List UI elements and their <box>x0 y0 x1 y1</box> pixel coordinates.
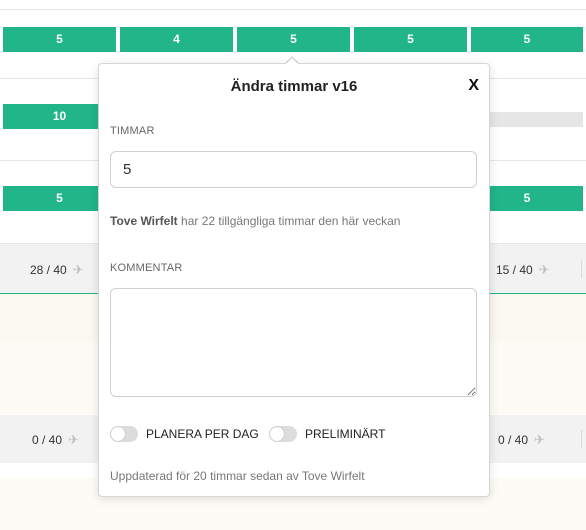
plan-per-day-toggle-group: PLANERA PER DAG <box>110 426 259 442</box>
plane-icon[interactable]: ✈ <box>68 432 79 448</box>
capacity-summary: 15 / 40 ✈ <box>496 262 550 278</box>
hours-cell[interactable]: 5 <box>354 27 467 52</box>
hours-label: TIMMAR <box>110 125 155 137</box>
column-separator <box>581 260 582 278</box>
preliminary-toggle[interactable] <box>269 426 297 442</box>
availability-detail: har 22 tillgängliga timmar den här vecka… <box>177 214 401 228</box>
capacity-summary: 28 / 40 ✈ <box>30 262 84 278</box>
comment-label: KOMMENTAR <box>110 262 183 274</box>
availability-name: Tove Wirfelt <box>110 214 178 228</box>
close-button[interactable]: X <box>468 77 479 95</box>
plane-icon[interactable]: ✈ <box>539 262 550 278</box>
capacity-summary: 0 / 40 ✈ <box>498 432 545 448</box>
hours-cell[interactable]: 5 <box>237 27 350 52</box>
capacity-value: 15 / 40 <box>496 263 533 277</box>
capacity-value: 0 / 40 <box>498 433 529 447</box>
column-separator <box>581 430 582 448</box>
hours-cell[interactable]: 4 <box>120 27 233 52</box>
comment-textarea[interactable] <box>110 288 477 397</box>
hours-input[interactable] <box>110 151 477 188</box>
divider <box>0 9 586 10</box>
plane-icon[interactable]: ✈ <box>534 432 545 448</box>
empty-bar <box>489 112 583 127</box>
plane-icon[interactable]: ✈ <box>73 262 84 278</box>
capacity-value: 0 / 40 <box>32 433 63 447</box>
plan-per-day-toggle[interactable] <box>110 426 138 442</box>
popover-title: Ändra timmar v16 <box>230 78 358 95</box>
hours-cell[interactable]: 5 <box>3 27 116 52</box>
availability-text: Tove Wirfelt har 22 tillgängliga timmar … <box>110 214 400 228</box>
preliminary-toggle-group: PRELIMINÄRT <box>269 426 385 442</box>
capacity-summary: 0 / 40 ✈ <box>32 432 79 448</box>
edit-hours-popover: Ändra timmar v16 X TIMMAR Tove Wirfelt h… <box>98 63 490 497</box>
popover-caret-inner <box>285 58 299 65</box>
plan-per-day-label: PLANERA PER DAG <box>146 427 259 441</box>
capacity-value: 28 / 40 <box>30 263 67 277</box>
updated-info: Uppdaterad för 20 timmar sedan av Tove W… <box>110 469 365 483</box>
hours-cell[interactable]: 5 <box>471 27 583 52</box>
preliminary-label: PRELIMINÄRT <box>305 427 386 441</box>
